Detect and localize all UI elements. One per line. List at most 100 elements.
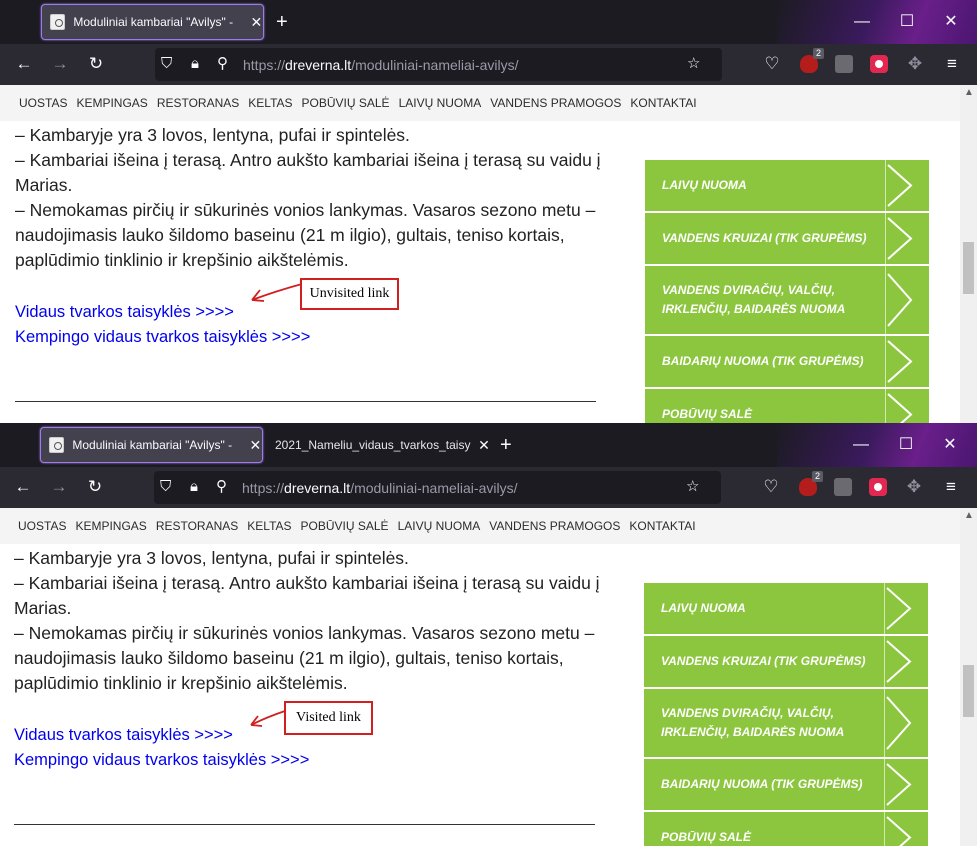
tab-moduliniai[interactable]: Moduliniai kambariai "Avilys" - ✕: [40, 427, 263, 463]
description-line: – Nemokamas pirčių ir sūkurinės vonios l…: [14, 623, 595, 693]
nav-item-kontaktai[interactable]: KONTAKTAI: [630, 96, 696, 110]
maximize-button[interactable]: ☐: [896, 431, 916, 459]
sidebar-item-baidariu-nuoma[interactable]: BAIDARIŲ NUOMA (TIK GRUPĖMS): [644, 759, 928, 810]
sidebar-item-laivu-nuoma[interactable]: LAIVŲ NUOMA: [645, 160, 929, 211]
tab-close-icon[interactable]: ✕: [477, 437, 491, 454]
tab-pdf[interactable]: 2021_Nameliu_vidaus_tvarkos_taisyk ✕: [263, 427, 493, 463]
tab-title: Moduliniai kambariai "Avilys" -: [72, 438, 233, 452]
nav-item-pobuviu-sale[interactable]: POBŪVIŲ SALĖ: [302, 96, 390, 110]
url-bar[interactable]: ⛉ 🔒︎ ⚲ https://dreverna.lt/moduliniai-na…: [155, 48, 722, 81]
sidebar-item-pobuviu-sale[interactable]: POBŪVIŲ SALĖ: [645, 389, 929, 423]
nav-item-uostas[interactable]: UOSTAS: [18, 519, 66, 533]
screenshot-visited: Moduliniai kambariai "Avilys" - ✕ 2021_N…: [0, 423, 977, 846]
minimize-button[interactable]: —: [851, 431, 871, 459]
maximize-button[interactable]: ☐: [897, 8, 917, 36]
extension-icon[interactable]: [835, 55, 853, 73]
url-text[interactable]: https://dreverna.lt/moduliniai-nameliai-…: [242, 480, 517, 496]
tab-title: 2021_Nameliu_vidaus_tvarkos_taisyk: [275, 438, 471, 452]
description-line: – Nemokamas pirčių ir sūkurinės vonios l…: [15, 200, 596, 270]
description-line: – Kambaryje yra 3 lovos, lentyna, pufai …: [14, 548, 409, 568]
forward-icon[interactable]: →: [47, 475, 71, 499]
screenshot-unvisited: Moduliniai kambariai "Avilys" - ✕ + — ☐ …: [0, 0, 977, 423]
room-description: – Kambaryje yra 3 lovos, lentyna, pufai …: [14, 546, 604, 696]
rules-links: Vidaus tvarkos taisyklės >>>> Kempingo v…: [15, 300, 310, 350]
forward-icon[interactable]: →: [48, 52, 72, 76]
nav-item-restoranas[interactable]: RESTORANAS: [156, 519, 238, 533]
tab-close-icon[interactable]: ✕: [249, 437, 262, 454]
url-text[interactable]: https://dreverna.lt/moduliniai-nameliai-…: [243, 57, 518, 73]
tab-strip: Moduliniai kambariai "Avilys" - ✕ 2021_N…: [0, 423, 977, 467]
chevron-right-icon: [884, 759, 928, 810]
sidebar-item-vandens-dviraciu[interactable]: VANDENS DVIRAČIŲ, VALČIŲ, IRKLENČIŲ, BAI…: [645, 266, 929, 334]
tab-title: Moduliniai kambariai "Avilys" -: [73, 15, 234, 29]
nav-item-keltas[interactable]: KELTAS: [247, 519, 291, 533]
nav-toolbar: ← → ↻ ⛉ 🔒︎ ⚲ https://dreverna.lt/modulin…: [0, 467, 977, 508]
nav-item-laivu-nuoma[interactable]: LAIVŲ NUOMA: [399, 96, 482, 110]
minimize-button[interactable]: —: [852, 8, 872, 36]
annotation-box: Unvisited link: [300, 278, 399, 310]
annotation-arrow: [251, 283, 303, 302]
back-icon[interactable]: ←: [11, 475, 35, 499]
nav-item-restoranas[interactable]: RESTORANAS: [157, 96, 239, 110]
ublock-extension-icon[interactable]: 2: [799, 471, 823, 496]
camping-rules-link[interactable]: Kempingo vidaus tvarkos taisyklės >>>>: [14, 748, 309, 773]
tab-strip: Moduliniai kambariai "Avilys" - ✕ + — ☐ …: [0, 0, 977, 44]
page-scrollbar[interactable]: ▲: [960, 508, 977, 846]
back-icon[interactable]: ←: [12, 52, 36, 76]
tab-close-icon[interactable]: ✕: [250, 14, 263, 31]
permissions-icon[interactable]: ⚲: [217, 53, 228, 75]
scrollbar-thumb[interactable]: [963, 665, 974, 717]
new-tab-button[interactable]: +: [500, 433, 512, 457]
extension-icon[interactable]: [834, 478, 852, 496]
window-close-button[interactable]: ✕: [941, 8, 961, 36]
pocket-icon[interactable]: ♡: [760, 52, 784, 76]
description-line: – Kambaryje yra 3 lovos, lentyna, pufai …: [15, 125, 410, 145]
nav-item-vandens-pramogos[interactable]: VANDENS PRAMOGOS: [489, 519, 620, 533]
nav-item-kempingas[interactable]: KEMPINGAS: [75, 519, 146, 533]
star-icon[interactable]: ☆: [687, 53, 700, 75]
site-nav: UOSTAS KEMPINGAS RESTORANAS KELTAS POBŪV…: [0, 508, 960, 544]
extension-red-icon[interactable]: [869, 478, 887, 496]
nav-item-pobuviu-sale[interactable]: POBŪVIŲ SALĖ: [301, 519, 389, 533]
sidebar-item-laivu-nuoma[interactable]: LAIVŲ NUOMA: [644, 583, 928, 634]
shield-icon[interactable]: ⛉: [160, 476, 171, 498]
nav-item-uostas[interactable]: UOSTAS: [19, 96, 67, 110]
sidebar-item-baidariu-nuoma[interactable]: BAIDARIŲ NUOMA (TIK GRUPĖMS): [645, 336, 929, 387]
pocket-icon[interactable]: ♡: [759, 475, 783, 499]
tab-moduliniai[interactable]: Moduliniai kambariai "Avilys" - ✕: [41, 4, 264, 40]
scrollbar-thumb[interactable]: [963, 242, 974, 294]
sidebar-item-vandens-dviraciu[interactable]: VANDENS DVIRAČIŲ, VALČIŲ, IRKLENČIŲ, BAI…: [644, 689, 928, 757]
permissions-icon[interactable]: ⚲: [216, 476, 227, 498]
description-line: – Kambariai išeina į terasą. Antro aukšt…: [15, 150, 601, 195]
chevron-right-icon: [885, 160, 929, 211]
page-scrollbar[interactable]: ▲: [960, 85, 977, 423]
star-icon[interactable]: ☆: [686, 476, 699, 498]
sidebar-item-pobuviu-sale[interactable]: POBŪVIŲ SALĖ: [644, 812, 928, 846]
scroll-up-icon[interactable]: ▲: [964, 510, 974, 521]
ublock-extension-icon[interactable]: 2: [800, 48, 824, 73]
extension-red-icon[interactable]: [870, 55, 888, 73]
move-icon[interactable]: ✥: [903, 52, 927, 76]
chevron-right-icon: [885, 213, 929, 264]
sidebar-item-vandens-kruizai[interactable]: VANDENS KRUIZAI (TIK GRUPĖMS): [644, 636, 928, 687]
nav-item-kempingas[interactable]: KEMPINGAS: [76, 96, 147, 110]
hamburger-menu-icon[interactable]: ≡: [939, 475, 963, 499]
reload-icon[interactable]: ↻: [84, 52, 108, 76]
new-tab-button[interactable]: +: [276, 10, 288, 34]
camping-rules-link[interactable]: Kempingo vidaus tvarkos taisyklės >>>>: [15, 325, 310, 350]
window-close-button[interactable]: ✕: [940, 431, 960, 459]
annotation-box: Visited link: [284, 701, 373, 735]
hamburger-menu-icon[interactable]: ≡: [940, 52, 964, 76]
url-bar[interactable]: ⛉ 🔒︎ ⚲ https://dreverna.lt/moduliniai-na…: [154, 471, 721, 504]
scroll-up-icon[interactable]: ▲: [964, 87, 974, 98]
lock-icon[interactable]: 🔒︎: [190, 476, 198, 498]
move-icon[interactable]: ✥: [902, 475, 926, 499]
lock-icon[interactable]: 🔒︎: [191, 53, 199, 75]
nav-item-kontaktai[interactable]: KONTAKTAI: [629, 519, 695, 533]
shield-icon[interactable]: ⛉: [161, 53, 172, 75]
nav-item-vandens-pramogos[interactable]: VANDENS PRAMOGOS: [490, 96, 621, 110]
sidebar-item-vandens-kruizai[interactable]: VANDENS KRUIZAI (TIK GRUPĖMS): [645, 213, 929, 264]
nav-item-laivu-nuoma[interactable]: LAIVŲ NUOMA: [398, 519, 481, 533]
reload-icon[interactable]: ↻: [83, 475, 107, 499]
nav-item-keltas[interactable]: KELTAS: [248, 96, 292, 110]
